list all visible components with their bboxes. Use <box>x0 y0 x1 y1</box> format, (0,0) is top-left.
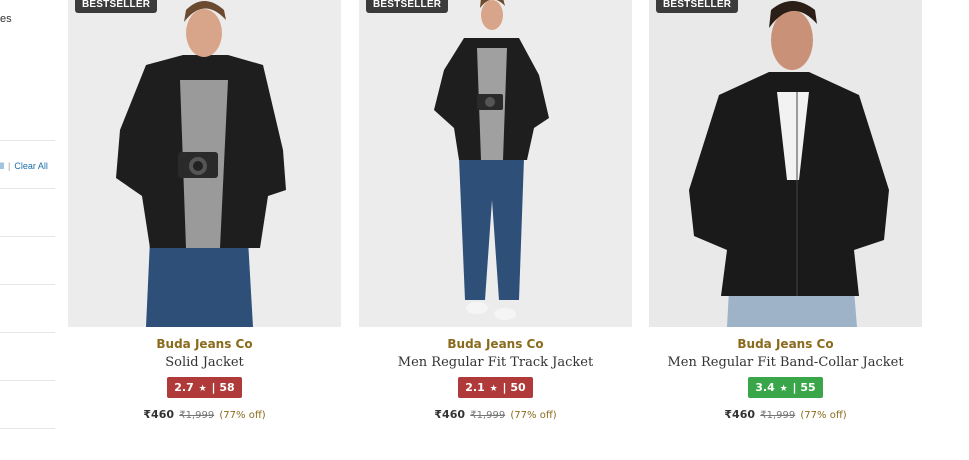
rating-badge: 2.1 ★ | 50 <box>458 377 533 398</box>
product-brand: Buda Jeans Co <box>447 337 544 351</box>
filter-divider <box>0 428 55 429</box>
product-brand: Buda Jeans Co <box>737 337 834 351</box>
rating-value: 3.4 <box>755 381 775 394</box>
product-card[interactable]: BESTSELLER Buda Jeans Co Men Regular Fit… <box>359 0 632 440</box>
rating-count: 50 <box>510 381 526 394</box>
product-name[interactable]: Men Regular Fit Track Jacket <box>359 355 632 370</box>
rating-value: 2.1 <box>465 381 485 394</box>
rating-count: 55 <box>800 381 816 394</box>
sale-price: ₹460 <box>434 408 466 421</box>
discount: (77% off) <box>510 410 557 421</box>
product-image[interactable]: BESTSELLER <box>359 0 632 327</box>
jacket-model-image <box>68 0 341 327</box>
filter-label-partial: es <box>0 13 12 25</box>
filter-divider <box>0 284 55 285</box>
jacket-model-image <box>649 0 922 327</box>
filter-divider <box>0 236 55 237</box>
original-price: ₹1,999 <box>760 410 796 421</box>
rating-value: 2.7 <box>174 381 194 394</box>
product-name[interactable]: Solid Jacket <box>68 355 341 370</box>
filter-divider <box>0 380 55 381</box>
bestseller-badge: BESTSELLER <box>75 0 158 13</box>
discount: (77% off) <box>800 410 847 421</box>
selection-actions: ll | Clear All <box>0 161 48 171</box>
product-name[interactable]: Men Regular Fit Band-Collar Jacket <box>649 355 922 370</box>
price-row: ₹460 ₹1,999 (77% off) <box>359 408 632 421</box>
jacket-model-image <box>359 0 632 327</box>
star-icon: ★ <box>489 384 498 394</box>
bestseller-badge: BESTSELLER <box>366 0 449 13</box>
product-card[interactable]: BESTSELLER Buda Jeans Co Men Regular Fit… <box>649 0 922 440</box>
original-price: ₹1,999 <box>179 410 215 421</box>
product-image[interactable]: BESTSELLER <box>649 0 922 327</box>
filter-sidebar: es ll | Clear All <box>0 0 56 460</box>
original-price: ₹1,999 <box>470 410 506 421</box>
filter-divider <box>0 188 55 189</box>
select-all-link[interactable]: ll <box>0 161 4 171</box>
product-card[interactable]: BESTSELLER Buda Jeans Co Solid Jacket 2.… <box>68 0 341 440</box>
bestseller-badge: BESTSELLER <box>656 0 739 13</box>
filter-divider <box>0 332 55 333</box>
separator: | <box>8 161 11 171</box>
rating-badge: 3.4 ★ | 55 <box>748 377 823 398</box>
sale-price: ₹460 <box>724 408 756 421</box>
product-brand: Buda Jeans Co <box>156 337 253 351</box>
product-image[interactable]: BESTSELLER <box>68 0 341 327</box>
price-row: ₹460 ₹1,999 (77% off) <box>649 408 922 421</box>
divider <box>0 140 55 141</box>
sale-price: ₹460 <box>143 408 175 421</box>
price-row: ₹460 ₹1,999 (77% off) <box>68 408 341 421</box>
clear-all-link[interactable]: Clear All <box>14 161 48 171</box>
star-icon: ★ <box>198 384 207 394</box>
discount: (77% off) <box>219 410 266 421</box>
rating-badge: 2.7 ★ | 58 <box>167 377 242 398</box>
rating-count: 58 <box>219 381 235 394</box>
star-icon: ★ <box>779 384 788 394</box>
